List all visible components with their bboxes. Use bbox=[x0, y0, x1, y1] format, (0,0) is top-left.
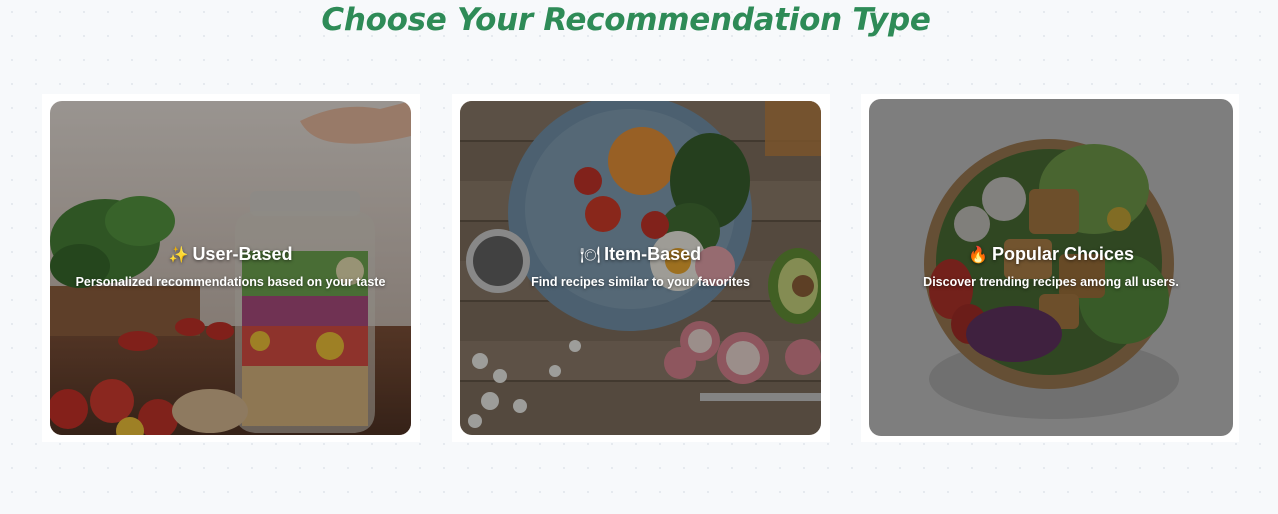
user-based-card-text: ✨ User-Based Personalized recommendations… bbox=[50, 242, 411, 290]
sparkles-icon: ✨ bbox=[168, 245, 189, 264]
user-based-card[interactable]: ✨ User-Based Personalized recommendations… bbox=[50, 101, 411, 435]
plate-cutlery-icon: 🍽 bbox=[579, 245, 601, 264]
popular-choices-card-text: 🔥 Popular Choices Discover trending recip… bbox=[869, 242, 1233, 290]
popular-choices-card[interactable]: 🔥 Popular Choices Discover trending recip… bbox=[869, 99, 1233, 436]
popular-choices-description: Discover trending recipes among all user… bbox=[923, 275, 1179, 289]
item-based-card[interactable]: 🍽 Item-Based Find recipes similar to your… bbox=[460, 101, 821, 435]
page-title: Choose Your Recommendation Type bbox=[321, 2, 931, 38]
item-based-title: 🍽 Item-Based bbox=[460, 242, 821, 267]
popular-choices-title: 🔥 Popular Choices bbox=[869, 242, 1233, 267]
user-based-card-frame: ✨ User-Based Personalized recommendations… bbox=[42, 94, 420, 442]
item-based-title-label: Item-Based bbox=[604, 244, 702, 264]
popular-choices-title-label: Popular Choices bbox=[991, 244, 1134, 264]
user-based-title: ✨ User-Based bbox=[50, 242, 411, 267]
user-based-description: Personalized recommendations based on yo… bbox=[75, 275, 386, 289]
popular-choices-card-frame: 🔥 Popular Choices Discover trending recip… bbox=[861, 94, 1239, 442]
fire-icon: 🔥 bbox=[968, 245, 988, 264]
user-based-title-label: User-Based bbox=[192, 244, 293, 264]
item-based-card-text: 🍽 Item-Based Find recipes similar to your… bbox=[460, 242, 821, 290]
item-based-card-frame: 🍽 Item-Based Find recipes similar to your… bbox=[452, 94, 830, 442]
item-based-description: Find recipes similar to your favorites bbox=[531, 275, 750, 289]
